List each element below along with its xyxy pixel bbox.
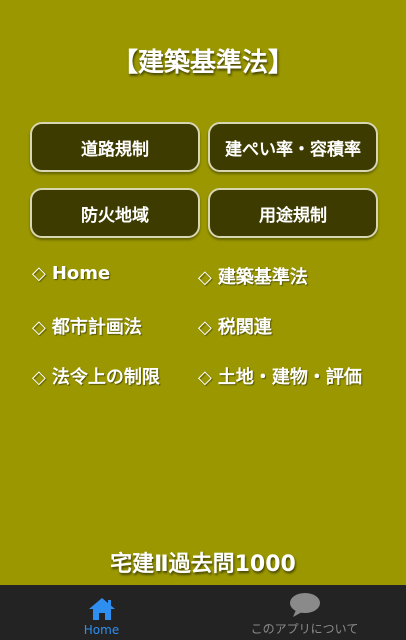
link-tax-label: 税関連: [217, 317, 272, 338]
link-home[interactable]: ◇ Home: [32, 263, 110, 284]
diamond-icon: ◇: [198, 317, 212, 338]
road-regulation-button[interactable]: 道路規制: [30, 122, 200, 172]
tab-about-label: このアプリについて: [250, 622, 359, 636]
link-legal-restrictions[interactable]: ◇ 法令上の制限: [32, 363, 160, 389]
link-building-standards[interactable]: ◇ 建築基準法: [198, 263, 308, 289]
link-city-planning[interactable]: ◇ 都市計画法: [32, 313, 142, 339]
building-coverage-ratio-button[interactable]: 建ぺい率・容積率: [208, 122, 378, 172]
bottom-tab-bar: Home このアプリについて: [0, 585, 406, 640]
page-title: 【建築基準法】: [111, 48, 294, 78]
link-city-planning-label: 都市計画法: [51, 317, 142, 338]
chat-bubble-icon: [289, 593, 320, 617]
link-land-valuation-label: 土地・建物・評価: [217, 367, 362, 388]
diamond-icon: ◇: [32, 367, 46, 388]
diamond-icon: ◇: [198, 267, 212, 288]
tab-home[interactable]: Home: [0, 585, 203, 640]
diamond-icon: ◇: [198, 367, 212, 388]
diamond-icon: ◇: [32, 317, 46, 338]
link-home-label: Home: [51, 263, 111, 284]
link-land-valuation[interactable]: ◇ 土地・建物・評価: [198, 363, 362, 389]
link-legal-restrictions-label: 法令上の制限: [51, 367, 160, 388]
home-icon: [88, 598, 115, 620]
tab-about[interactable]: このアプリについて: [203, 585, 406, 640]
link-tax[interactable]: ◇ 税関連: [198, 313, 272, 339]
link-building-standards-label: 建築基準法: [217, 267, 308, 288]
use-regulation-button[interactable]: 用途規制: [208, 188, 378, 238]
app-name-footer: 宅建Ⅱ過去問1000: [110, 552, 296, 577]
fire-prevention-district-button[interactable]: 防火地域: [30, 188, 200, 238]
diamond-icon: ◇: [32, 263, 46, 284]
tab-home-label: Home: [83, 623, 120, 637]
